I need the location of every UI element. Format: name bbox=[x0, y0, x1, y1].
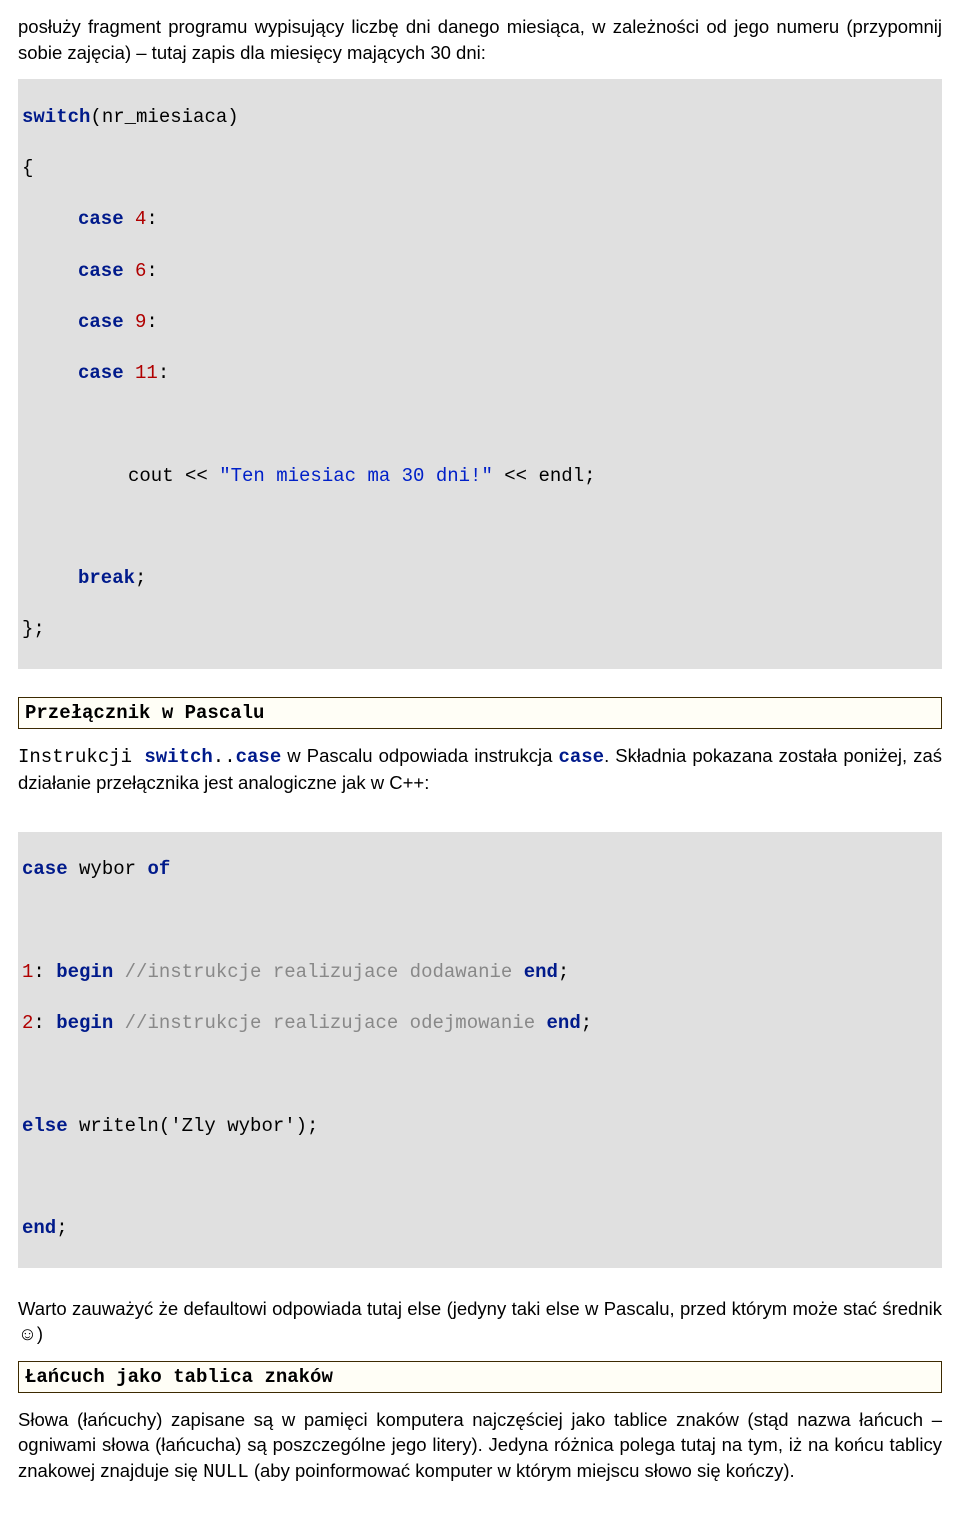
kw-break: break bbox=[78, 567, 135, 589]
num-9: 9 bbox=[135, 311, 146, 333]
kw-case: case bbox=[236, 746, 282, 768]
kw-case: case bbox=[558, 746, 604, 768]
kw-case: case bbox=[78, 311, 124, 333]
paren-open: ( bbox=[90, 106, 101, 128]
semicolon: ; bbox=[56, 1217, 67, 1239]
pascal-note: Warto zauważyć że defaultowi odpowiada t… bbox=[18, 1296, 942, 1347]
brace-open: { bbox=[22, 157, 33, 179]
kw-begin: begin bbox=[56, 961, 113, 983]
colon: : bbox=[33, 1012, 56, 1034]
colon: : bbox=[146, 208, 157, 230]
kw-switch: switch bbox=[22, 106, 90, 128]
text: wybor bbox=[68, 858, 148, 880]
brace-close: }; bbox=[22, 618, 45, 640]
colon: : bbox=[158, 362, 169, 384]
kw-case: case bbox=[78, 208, 124, 230]
heading-lancuch: Łańcuch jako tablica znaków bbox=[18, 1361, 942, 1393]
cpp-code-block: switch(nr_miesiaca) { case 4: case 6: ca… bbox=[18, 79, 942, 669]
pascal-intro: Instrukcji switch..case w Pascalu odpowi… bbox=[18, 743, 942, 796]
intro-paragraph: posłuży fragment programu wypisujący lic… bbox=[18, 14, 942, 65]
num-2: 2 bbox=[22, 1012, 33, 1034]
null-literal: NULL bbox=[203, 1461, 249, 1483]
comment: //instrukcje realizujace odejmowanie bbox=[113, 1012, 546, 1034]
cout-post: << endl; bbox=[493, 465, 596, 487]
text: writeln('Zly wybor'); bbox=[68, 1115, 319, 1137]
text: w Pascalu odpowiada instrukcja bbox=[281, 745, 558, 766]
heading-pascal: Przełącznik w Pascalu bbox=[18, 697, 942, 729]
kw-else: else bbox=[22, 1115, 68, 1137]
num-11: 11 bbox=[135, 362, 158, 384]
kw-end: end bbox=[22, 1217, 56, 1239]
text: Instrukcji bbox=[18, 746, 144, 768]
colon: : bbox=[33, 961, 56, 983]
comment: //instrukcje realizujace dodawanie bbox=[113, 961, 523, 983]
kw-case: case bbox=[22, 858, 68, 880]
paren-close: ) bbox=[227, 106, 238, 128]
num-1: 1 bbox=[22, 961, 33, 983]
kw-case: case bbox=[78, 362, 124, 384]
num-4: 4 bbox=[135, 208, 146, 230]
semicolon: ; bbox=[558, 961, 569, 983]
text: (aby poinformować komputer w którym miej… bbox=[249, 1460, 795, 1481]
var-name: nr_miesiaca bbox=[102, 106, 227, 128]
kw-end: end bbox=[524, 961, 558, 983]
dots: .. bbox=[213, 746, 236, 768]
pascal-code-block: case wybor of 1: begin //instrukcje real… bbox=[18, 832, 942, 1268]
kw-end: end bbox=[547, 1012, 581, 1034]
kw-case: case bbox=[78, 260, 124, 282]
cout-pre: cout << bbox=[128, 465, 219, 487]
colon: : bbox=[146, 260, 157, 282]
lancuch-paragraph: Słowa (łańcuchy) zapisane są w pamięci k… bbox=[18, 1407, 942, 1485]
kw-begin: begin bbox=[56, 1012, 113, 1034]
semicolon: ; bbox=[135, 567, 146, 589]
kw-of: of bbox=[147, 858, 170, 880]
cout-string: "Ten miesiac ma 30 dni!" bbox=[219, 465, 493, 487]
semicolon: ; bbox=[581, 1012, 592, 1034]
kw-switch: switch bbox=[144, 746, 212, 768]
colon: : bbox=[146, 311, 157, 333]
num-6: 6 bbox=[135, 260, 146, 282]
